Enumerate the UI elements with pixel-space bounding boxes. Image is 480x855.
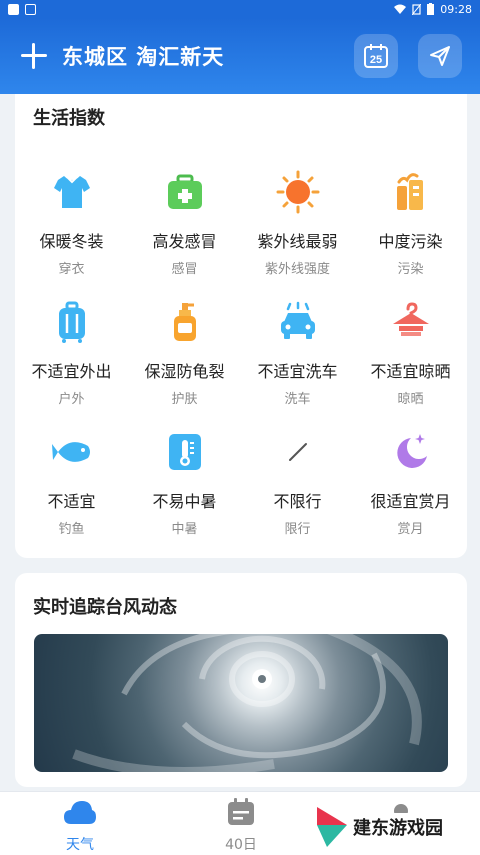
index-value: 不限行 bbox=[273, 492, 322, 511]
index-category: 洗车 bbox=[284, 392, 311, 407]
svg-text:25: 25 bbox=[370, 54, 382, 66]
index-value: 高发感冒 bbox=[152, 232, 217, 251]
index-value: 不易中暑 bbox=[152, 492, 217, 511]
index-category: 钓鱼 bbox=[58, 522, 85, 537]
nav-weather-tab[interactable]: 天气 bbox=[50, 798, 110, 854]
index-item-heatstroke[interactable]: 不易中暑 中暑 bbox=[128, 430, 241, 537]
index-value: 保暖冬装 bbox=[39, 232, 104, 251]
calendar-button[interactable]: 25 bbox=[354, 34, 398, 78]
lotion-icon bbox=[173, 303, 196, 341]
notification-icon bbox=[8, 3, 19, 15]
index-item-carwash[interactable]: 不适宜洗车 洗车 bbox=[241, 300, 354, 407]
thermometer-icon bbox=[168, 434, 201, 470]
index-category: 穿衣 bbox=[58, 262, 85, 277]
index-value: 不适宜晾晒 bbox=[370, 362, 451, 381]
index-category: 污染 bbox=[397, 262, 424, 277]
index-category: 晾晒 bbox=[397, 392, 424, 407]
index-value: 不适宜 bbox=[47, 492, 96, 511]
sun-icon bbox=[276, 170, 319, 214]
car-icon bbox=[280, 301, 315, 339]
shirt-icon bbox=[53, 175, 90, 208]
add-city-icon[interactable] bbox=[18, 40, 50, 72]
index-item-skincare[interactable]: 保湿防龟裂 护肤 bbox=[128, 300, 241, 407]
battery-icon bbox=[427, 3, 435, 15]
typhoon-title: 实时追踪台风动态 bbox=[33, 597, 177, 618]
hanger-icon bbox=[392, 302, 429, 336]
index-item-traffic-limit[interactable]: 不限行 限行 bbox=[241, 430, 354, 537]
index-item-drying[interactable]: 不适宜晾晒 晾晒 bbox=[354, 300, 467, 407]
share-button[interactable] bbox=[418, 34, 462, 78]
notification-a-icon bbox=[25, 3, 36, 15]
nav-weather-label: 天气 bbox=[66, 837, 94, 853]
index-category: 赏月 bbox=[397, 522, 424, 537]
send-icon bbox=[430, 46, 450, 66]
status-time: 09:28 bbox=[440, 2, 472, 16]
calendar-icon bbox=[228, 798, 254, 825]
index-category: 紫外线强度 bbox=[264, 262, 330, 277]
typhoon-card[interactable]: 实时追踪台风动态 bbox=[15, 573, 467, 787]
slash-icon bbox=[288, 443, 307, 461]
index-value: 中度污染 bbox=[378, 232, 443, 251]
moon-icon bbox=[396, 434, 427, 468]
index-category: 限行 bbox=[284, 522, 311, 537]
medkit-icon bbox=[167, 174, 202, 209]
index-category: 户外 bbox=[58, 392, 85, 407]
app-header: 东城区 淘汇新天 25 bbox=[0, 18, 480, 94]
life-index-title: 生活指数 bbox=[33, 108, 105, 129]
index-category: 中暑 bbox=[171, 522, 198, 537]
index-value: 不适宜洗车 bbox=[257, 362, 338, 381]
wifi-icon bbox=[394, 4, 407, 14]
index-value: 不适宜外出 bbox=[31, 362, 112, 381]
index-category: 护肤 bbox=[171, 392, 198, 407]
index-item-moon[interactable]: 很适宜赏月 赏月 bbox=[354, 430, 467, 537]
no-sim-icon bbox=[412, 3, 422, 15]
location-title[interactable]: 东城区 淘汇新天 bbox=[62, 41, 334, 71]
index-value: 很适宜赏月 bbox=[370, 492, 451, 511]
nav-40day-tab[interactable]: 40日 bbox=[211, 798, 271, 854]
fish-icon bbox=[51, 442, 90, 462]
index-item-fishing[interactable]: 不适宜 钓鱼 bbox=[15, 430, 128, 537]
index-category: 感冒 bbox=[171, 262, 198, 277]
index-item-clothing[interactable]: 保暖冬装 穿衣 bbox=[15, 170, 128, 277]
index-value: 紫外线最弱 bbox=[257, 232, 338, 251]
watermark-text: 建东游戏园 bbox=[353, 818, 443, 839]
index-item-pollution[interactable]: 中度污染 污染 bbox=[354, 170, 467, 277]
pollution-icon bbox=[396, 173, 423, 210]
index-item-cold[interactable]: 高发感冒 感冒 bbox=[128, 170, 241, 277]
cloud-icon bbox=[64, 801, 96, 824]
status-bar: 09:28 bbox=[0, 0, 480, 18]
typhoon-satellite-image[interactable] bbox=[34, 634, 448, 772]
watermark: 建东游戏园 bbox=[315, 805, 443, 849]
index-item-outdoor[interactable]: 不适宜外出 户外 bbox=[15, 300, 128, 407]
index-item-uv[interactable]: 紫外线最弱 紫外线强度 bbox=[241, 170, 354, 277]
index-value: 保湿防龟裂 bbox=[144, 362, 225, 381]
nav-40day-label: 40日 bbox=[225, 837, 257, 853]
luggage-icon bbox=[58, 301, 85, 343]
calendar-icon: 25 bbox=[364, 44, 388, 68]
watermark-logo-icon bbox=[317, 807, 347, 847]
